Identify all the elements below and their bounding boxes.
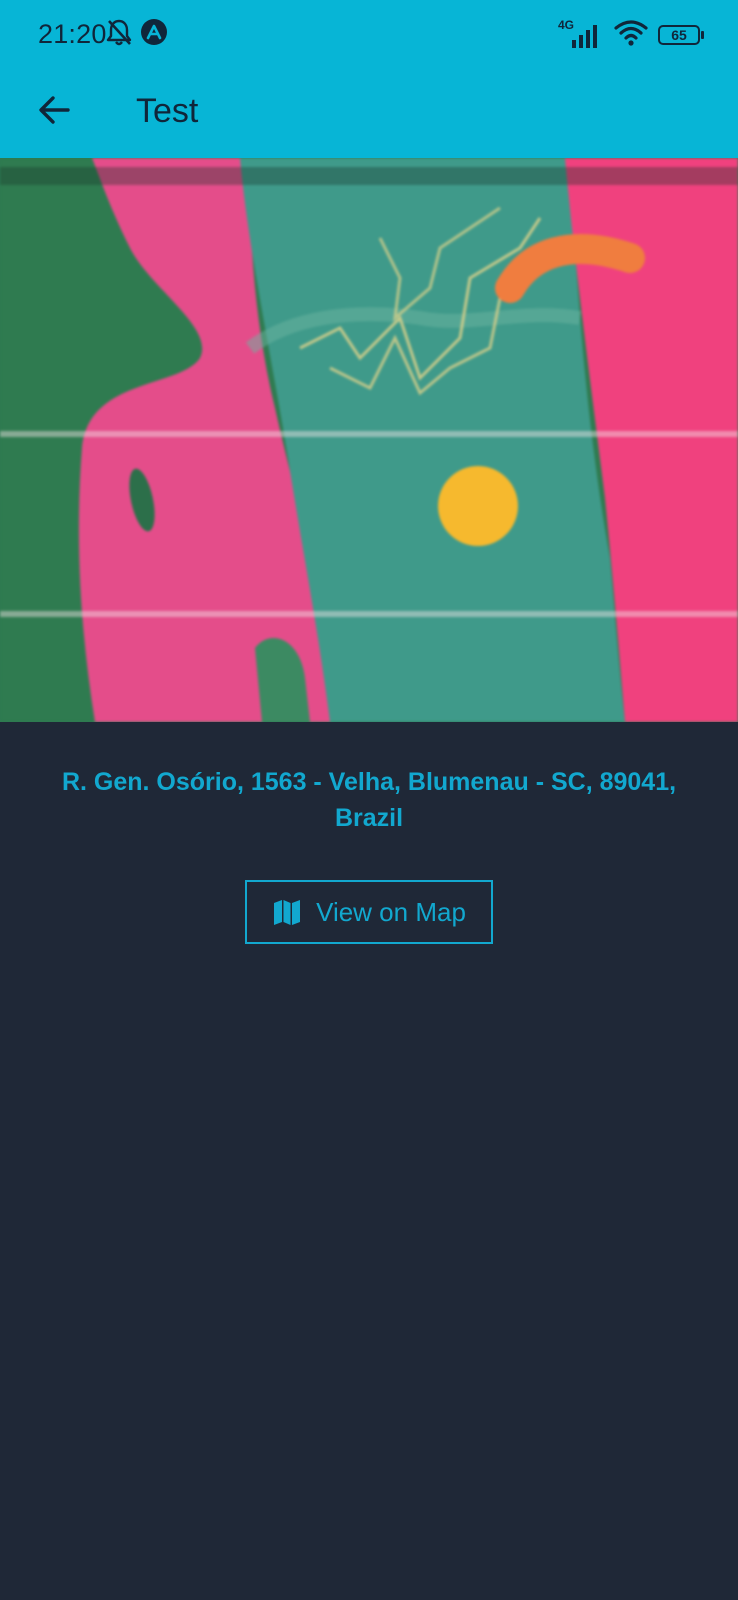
page-title: Test	[136, 92, 199, 130]
location-address: R. Gen. Osório, 1563 - Velha, Blumenau -…	[61, 768, 677, 832]
app-bar: Test	[0, 70, 738, 158]
notifications-muted-icon	[106, 18, 132, 51]
photo-preview	[0, 158, 738, 722]
wifi-icon	[614, 18, 648, 51]
status-time: 21:20	[38, 19, 107, 49]
view-on-map-button[interactable]: View on Map	[245, 880, 493, 944]
signal-bars-icon	[572, 24, 597, 48]
status-right-icons: 4G 65	[558, 18, 704, 51]
battery-indicator: 65	[658, 24, 704, 45]
back-button[interactable]	[26, 82, 82, 138]
map-icon	[274, 900, 301, 925]
status-bar: 21:20 4G 65	[0, 0, 738, 70]
view-on-map-label: View on Map	[316, 897, 466, 927]
cellular-signal: 4G	[558, 18, 604, 50]
app-notification-icon	[140, 18, 168, 51]
status-left-icons	[106, 18, 168, 51]
arrow-left-icon	[39, 96, 70, 124]
